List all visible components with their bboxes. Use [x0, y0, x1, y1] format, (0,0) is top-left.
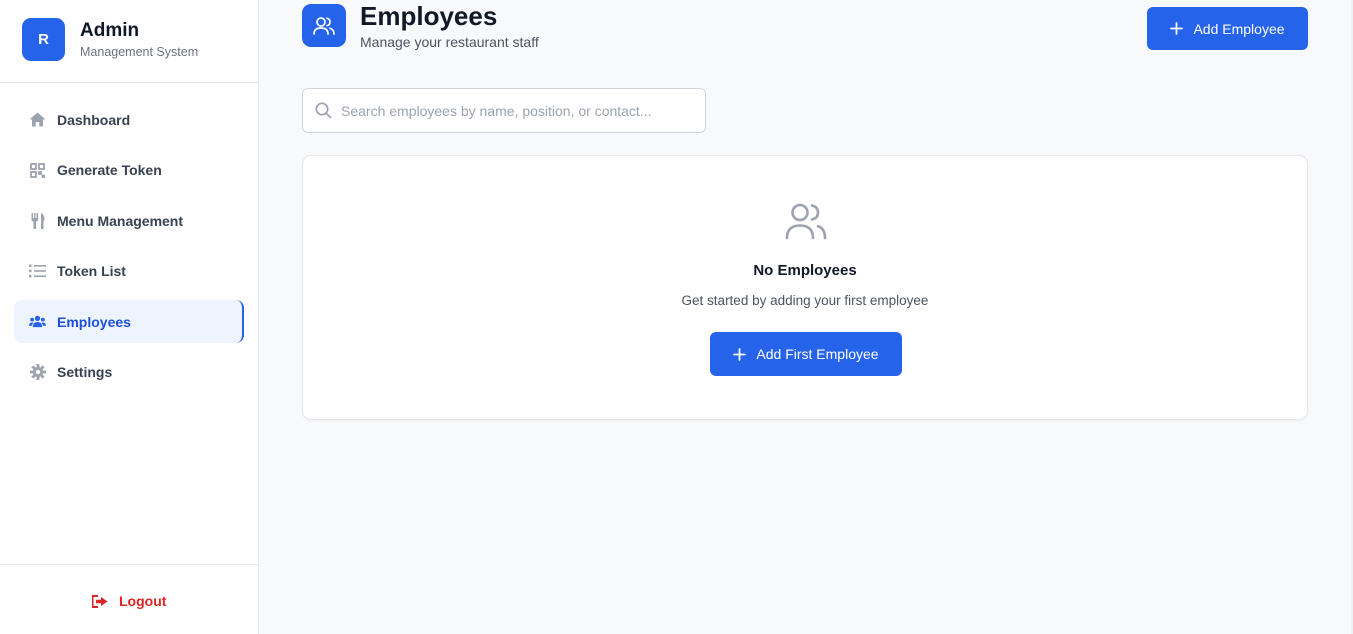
brand: R Admin Management System [0, 0, 258, 83]
brand-title: Admin [80, 20, 140, 41]
sidebar-item-label: Menu Management [57, 212, 184, 229]
search-input[interactable] [341, 102, 691, 119]
logout-area: Logout [0, 564, 258, 634]
sidebar-item-employees[interactable]: Employees [14, 300, 244, 343]
add-first-employee-button[interactable]: Add First Employee [710, 332, 902, 376]
gear-icon [29, 364, 46, 381]
page-subtitle: Manage your restaurant staff [360, 34, 539, 50]
page-title: Employees [360, 1, 498, 31]
empty-state-title: No Employees [753, 262, 857, 279]
brand-logo: R [22, 18, 65, 61]
empty-state-text: Get started by adding your first employe… [681, 293, 929, 308]
home-icon [29, 111, 46, 128]
sidebar-item-menu-management[interactable]: Menu Management [14, 199, 244, 242]
sidebar-item-settings[interactable]: Settings [14, 351, 244, 394]
plus-icon [1170, 22, 1184, 35]
empty-state-card: No Employees Get started by adding your … [302, 155, 1308, 420]
sidebar-item-label: Dashboard [57, 111, 131, 128]
sign-out-icon [92, 594, 108, 608]
users-icon [784, 201, 828, 241]
users-icon [29, 313, 46, 330]
brand-subtitle: Management System [80, 45, 199, 59]
sidebar-nav: Dashboard Generate Token Menu Management… [14, 98, 244, 401]
sidebar-item-label: Settings [57, 364, 113, 380]
plus-icon [733, 347, 747, 361]
sidebar-item-label: Token List [57, 263, 126, 279]
sidebar-item-token-list[interactable]: Token List [14, 250, 244, 293]
app-root: R Admin Management System Dashboard Gene… [0, 0, 1353, 634]
sidebar-item-dashboard[interactable]: Dashboard [14, 98, 244, 141]
add-employee-button[interactable]: Add Employee [1147, 7, 1308, 50]
search-box [302, 88, 706, 133]
add-first-employee-label: Add First Employee [756, 346, 879, 362]
add-employee-label: Add Employee [1193, 20, 1285, 37]
list-icon [29, 263, 46, 280]
logout-label: Logout [119, 593, 167, 609]
sidebar-item-generate-token[interactable]: Generate Token [14, 149, 244, 192]
sidebar-item-label: Employees [57, 313, 131, 330]
logout-button[interactable]: Logout [92, 593, 166, 609]
utensils-icon [29, 212, 46, 229]
sidebar: R Admin Management System Dashboard Gene… [0, 0, 259, 634]
qr-grid-icon [29, 162, 46, 179]
users-icon [302, 4, 346, 47]
sidebar-item-label: Generate Token [57, 162, 162, 178]
search-icon [315, 102, 332, 119]
